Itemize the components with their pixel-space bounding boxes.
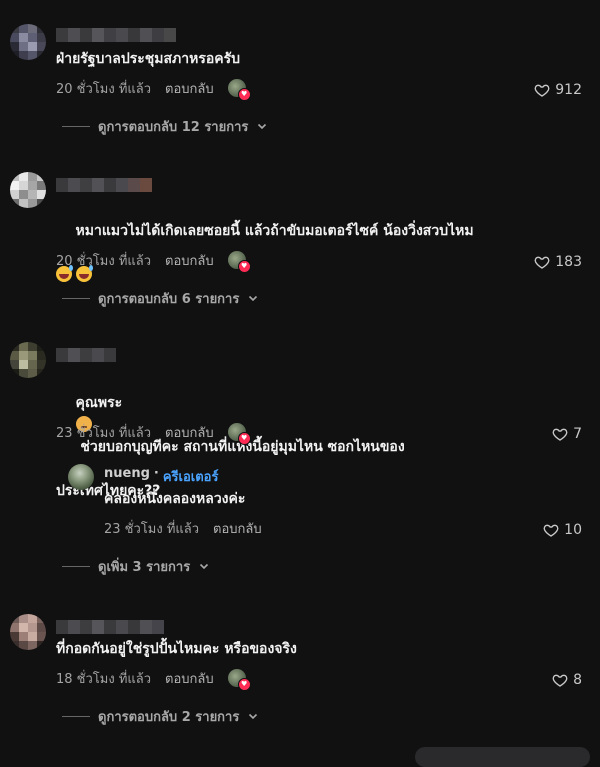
chevron-down-icon [249,713,258,720]
name-separator: · [153,466,159,481]
heart-badge-icon: ♥ [237,678,251,691]
comment-meta: 20 ชั่วโมง ที่แล้ว ตอบกลับ ♥ [56,250,251,273]
view-replies-button[interactable]: ดูการตอบกลับ 6 รายการ [62,288,259,308]
reply-button[interactable]: ตอบกลับ [165,250,214,271]
like-count: 183 [555,254,582,270]
username-blurred[interactable] [56,348,116,362]
like-count: 7 [573,426,582,442]
heart-outline-icon [552,674,568,687]
comment-text-line: หมาแมวไม่ได้เกิดเลยซอยนี้ แล้วถ้าขับมอเต… [75,223,474,239]
creator-liked-avatar: ♥ [227,423,251,445]
like-count: 912 [555,82,582,98]
comment-time: 23 ชั่วโมง ที่แล้ว [56,425,152,441]
avatar[interactable] [10,342,46,378]
divider-line [62,125,90,127]
heart-outline-icon [534,256,550,269]
heart-badge-icon: ♥ [237,432,251,445]
like-button[interactable]: 912 [534,80,582,100]
comment-text: ที่กอดกันอยู่ใช่รูปปั้นไหมคะ หรือของจริง [56,641,297,657]
view-replies-label: ดูการตอบกลับ 6 รายการ [98,291,240,307]
chevron-down-icon [258,123,267,130]
reply-button[interactable]: ตอบกลับ [165,78,214,99]
view-replies-label: ดูการตอบกลับ 2 รายการ [98,709,240,725]
like-count: 8 [573,672,582,688]
reply-time: 23 ชั่วโมง ที่แล้ว [104,521,200,537]
comment-meta: 20 ชั่วโมง ที่แล้ว ตอบกลับ ♥ [56,78,251,101]
reply-button[interactable]: ตอบกลับ [165,422,214,443]
creator-liked-avatar: ♥ [227,669,251,691]
reply-button[interactable]: ตอบกลับ [165,668,214,689]
reply-username: nueng [104,466,150,481]
comment-time: 20 ชั่วโมง ที่แล้ว [56,253,152,269]
comment-text: ฝ่ายรัฐบาลประชุมสภาหรอครับ [56,51,241,67]
view-replies-label: ดูเพิ่ม 3 รายการ [98,559,191,575]
reply-meta: 23 ชั่วโมง ที่แล้ว ตอบกลับ [104,518,262,538]
comment-time: 18 ชั่วโมง ที่แล้ว [56,671,152,687]
username-blurred[interactable] [56,620,164,634]
view-replies-button[interactable]: ดูการตอบกลับ 12 รายการ [62,116,268,136]
like-button[interactable]: 8 [552,670,582,690]
creator-liked-avatar: ♥ [227,251,251,273]
reply-author[interactable]: nueng · ครีเอเตอร์ [104,466,218,487]
heart-outline-icon [543,524,559,537]
like-count: 10 [564,522,582,538]
comment-2: หมาแมวไม่ได้เกิดเลยซอยนี้ แล้วถ้าขับมอเต… [0,150,600,320]
creator-badge: ครีเอเตอร์ [162,470,219,485]
like-button[interactable]: 183 [534,252,582,272]
heart-badge-icon: ♥ [237,260,251,273]
comment-meta: 18 ชั่วโมง ที่แล้ว ตอบกลับ ♥ [56,668,251,691]
like-button[interactable]: 10 [543,520,582,540]
chevron-down-icon [249,295,258,302]
heart-outline-icon [534,84,550,97]
comment-time: 20 ชั่วโมง ที่แล้ว [56,81,152,97]
creator-liked-avatar: ♥ [227,79,251,101]
avatar[interactable] [10,614,46,650]
divider-line [62,565,90,567]
divider-line [62,715,90,717]
chevron-down-icon [200,563,209,570]
heart-badge-icon: ♥ [237,88,251,101]
comment-1: ฝ่ายรัฐบาลประชุมสภาหรอครับ 20 ชั่วโมง ที… [0,0,600,150]
view-replies-button[interactable]: ดูการตอบกลับ 2 รายการ [62,706,259,726]
avatar[interactable] [10,24,46,60]
heart-outline-icon [552,428,568,441]
username-blurred[interactable] [56,178,152,192]
comment-input-bar-edge[interactable] [415,747,590,767]
avatar[interactable] [10,172,46,208]
reply-button[interactable]: ตอบกลับ [213,518,262,539]
like-button[interactable]: 7 [552,424,582,444]
comment-meta: 23 ชั่วโมง ที่แล้ว ตอบกลับ ♥ [56,422,251,445]
view-replies-label: ดูการตอบกลับ 12 รายการ [98,119,249,135]
divider-line [62,297,90,299]
reply-text: คลองหนึ่งคลองหลวงค่ะ [104,491,246,507]
creator-avatar[interactable] [68,464,94,490]
comment-3: คุณพระ ช่วยบอกบุญทีคะ สถานที่แห่งนี้อยู่… [0,320,600,590]
view-more-replies-button[interactable]: ดูเพิ่ม 3 รายการ [62,556,210,576]
username-blurred[interactable] [56,28,176,42]
comment-text-part: คุณพระ [75,395,123,411]
comment-4: ที่กอดกันอยู่ใช่รูปปั้นไหมคะ หรือของจริง… [0,590,600,767]
